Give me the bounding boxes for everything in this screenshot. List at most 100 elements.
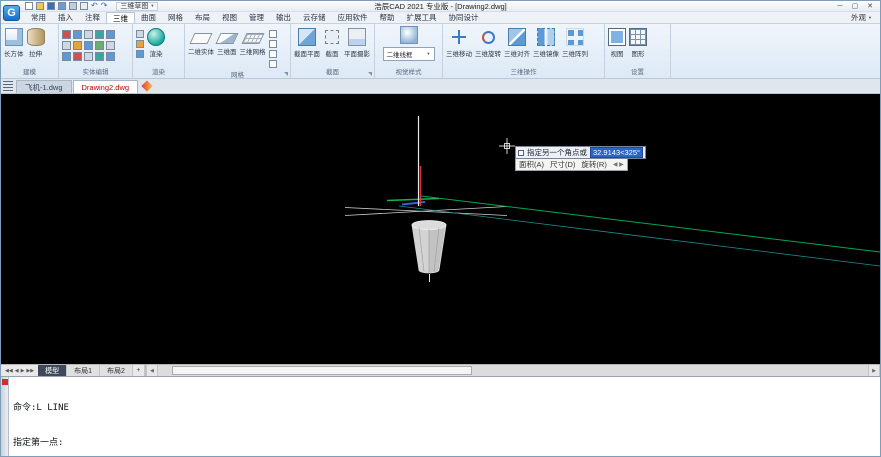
workspace-dropdown[interactable]: 三维草图 ▼	[116, 2, 158, 11]
tab-insert[interactable]: 插入	[52, 12, 79, 23]
option-dimensions[interactable]: 尺寸(D)	[550, 159, 575, 170]
solid-edit-tool-icon[interactable]	[95, 41, 104, 50]
scrollbar-track[interactable]	[158, 365, 868, 376]
tab-home[interactable]: 常用	[25, 12, 52, 23]
visual-style-preview-icon[interactable]	[400, 26, 418, 44]
solid-edit-tool-icon[interactable]	[73, 52, 82, 61]
render-tool-icon[interactable]	[136, 40, 144, 48]
dialog-launcher-icon[interactable]	[284, 72, 288, 76]
document-tab-drawing2[interactable]: Drawing2.dwg	[73, 80, 139, 93]
application-menu-button[interactable]: G	[3, 5, 20, 21]
option-area[interactable]: 面积(A)	[519, 159, 544, 170]
tab-manage[interactable]: 管理	[243, 12, 270, 23]
close-button[interactable]: ✕	[865, 2, 875, 11]
print-icon[interactable]	[69, 2, 77, 10]
option-nav-arrows-icon[interactable]: ◀ ▶	[613, 161, 624, 168]
appearance-dropdown[interactable]: 外观 ▼	[843, 12, 880, 23]
3d-face-button[interactable]: 三维面	[217, 26, 237, 56]
3d-array-button[interactable]: 三维阵列	[562, 26, 588, 58]
command-window[interactable]: 命令:L LINE 指定第一点: 指定下一点或 [角度(A)/长度(L)/放弃(…	[1, 376, 880, 457]
section-button[interactable]: 截面	[323, 26, 341, 58]
tab-cloud[interactable]: 云存储	[297, 12, 332, 23]
dynamic-input-value[interactable]: 32.9143<325°	[590, 147, 643, 158]
visual-style-dropdown[interactable]: 二维线框 ▼	[383, 47, 435, 61]
dialog-launcher-icon[interactable]	[368, 72, 372, 76]
3d-move-button[interactable]: 三维移动	[446, 26, 472, 58]
command-window-grip[interactable]	[1, 377, 9, 457]
new-drawing-icon[interactable]	[141, 80, 152, 91]
maximize-button[interactable]: ▢	[850, 2, 860, 11]
solid-edit-tool-icon[interactable]	[73, 30, 82, 39]
layout-tab-layout1[interactable]: 布局1	[67, 365, 100, 376]
plot-preview-icon[interactable]	[80, 2, 88, 10]
scroll-right-icon[interactable]: ▶	[868, 365, 880, 376]
solid-edit-tool-icon[interactable]	[106, 52, 115, 61]
ruled-mesh-icon[interactable]	[269, 50, 277, 58]
scrollbar-thumb[interactable]	[172, 366, 472, 375]
layout-tab-model[interactable]: 模型	[38, 365, 67, 376]
option-rotation[interactable]: 旋转(R)	[581, 159, 606, 170]
tab-mesh[interactable]: 网格	[162, 12, 189, 23]
solid-edit-tool-icon[interactable]	[62, 41, 71, 50]
save-as-icon[interactable]	[58, 2, 66, 10]
first-layout-icon[interactable]: ◀◀	[5, 368, 13, 374]
tab-apps[interactable]: 应用软件	[332, 12, 374, 23]
tab-annotate[interactable]: 注释	[79, 12, 106, 23]
open-folder-icon[interactable]	[36, 2, 44, 10]
solid-edit-tool-icon[interactable]	[106, 41, 115, 50]
solid-edit-tool-icon[interactable]	[62, 30, 71, 39]
flatshot-button[interactable]: 平面摄影	[344, 26, 370, 58]
extrude-button[interactable]: 拉伸	[27, 26, 45, 58]
document-tab-plane[interactable]: 飞机-1.dwg	[16, 80, 72, 93]
2d-solid-button[interactable]: 二维实体	[188, 26, 214, 56]
section-plane-button[interactable]: 截面平面	[294, 26, 320, 58]
scroll-left-icon[interactable]: ◀	[146, 365, 158, 376]
add-layout-button[interactable]: +	[133, 365, 145, 376]
tab-collaboration[interactable]: 协同设计	[443, 12, 485, 23]
command-history[interactable]: 命令:L LINE 指定第一点: 指定下一点或 [角度(A)/长度(L)/放弃(…	[9, 377, 880, 457]
box-icon	[5, 28, 23, 46]
viewport[interactable]: 指定另一个角点或 32.9143<325° 面积(A) 尺寸(D) 旋转(R) …	[1, 94, 880, 364]
3d-mirror-button[interactable]: 三维镜像	[533, 26, 559, 58]
tab-surface[interactable]: 曲面	[135, 12, 162, 23]
render-tool-icon[interactable]	[136, 50, 144, 58]
solid-edit-tool-icon[interactable]	[84, 30, 93, 39]
new-file-icon[interactable]	[25, 2, 33, 10]
layout-tab-layout2[interactable]: 布局2	[100, 365, 133, 376]
render-button[interactable]: 渲染	[147, 26, 165, 58]
3d-mesh-button[interactable]: 三维网格	[240, 26, 266, 56]
tab-layout[interactable]: 布局	[189, 12, 216, 23]
edge-mesh-icon[interactable]	[269, 60, 277, 68]
solid-edit-tool-icon[interactable]	[95, 30, 104, 39]
tab-output[interactable]: 输出	[270, 12, 297, 23]
3d-align-button[interactable]: 三维对齐	[504, 26, 530, 58]
solid-edit-tool-icon[interactable]	[84, 41, 93, 50]
tabulated-mesh-icon[interactable]	[269, 40, 277, 48]
drawing-menu-icon[interactable]	[3, 81, 13, 91]
3d-rotate-button[interactable]: 三维旋转	[475, 26, 501, 58]
redo-icon[interactable]: ↷	[101, 2, 108, 10]
tab-view[interactable]: 视图	[216, 12, 243, 23]
next-layout-icon[interactable]: ▶	[21, 368, 25, 374]
solid-edit-tool-icon[interactable]	[62, 52, 71, 61]
solid-edit-tool-icon[interactable]	[106, 30, 115, 39]
tab-3d[interactable]: 三维	[106, 12, 135, 23]
save-icon[interactable]	[47, 2, 55, 10]
group-label-3d-operations: 三维操作	[443, 67, 604, 78]
render-tool-icon[interactable]	[136, 30, 144, 38]
tab-express-tools[interactable]: 扩展工具	[401, 12, 443, 23]
undo-icon[interactable]: ↶	[91, 2, 98, 10]
minimize-button[interactable]: ─	[835, 2, 845, 11]
solid-edit-tool-icon[interactable]	[95, 52, 104, 61]
view-button[interactable]: 视图	[608, 26, 626, 58]
last-layout-icon[interactable]: ▶▶	[26, 368, 34, 374]
box-button[interactable]: 长方体	[4, 26, 24, 58]
revolved-mesh-icon[interactable]	[269, 30, 277, 38]
graphics-button[interactable]: 图形	[629, 26, 647, 58]
horizontal-scrollbar[interactable]: ◀ ▶	[145, 365, 880, 376]
prev-layout-icon[interactable]: ◀	[15, 368, 19, 374]
tab-help[interactable]: 帮助	[374, 12, 401, 23]
solid-edit-tool-icon[interactable]	[73, 41, 82, 50]
viewport-canvas[interactable]	[1, 94, 881, 364]
solid-edit-tool-icon[interactable]	[84, 52, 93, 61]
